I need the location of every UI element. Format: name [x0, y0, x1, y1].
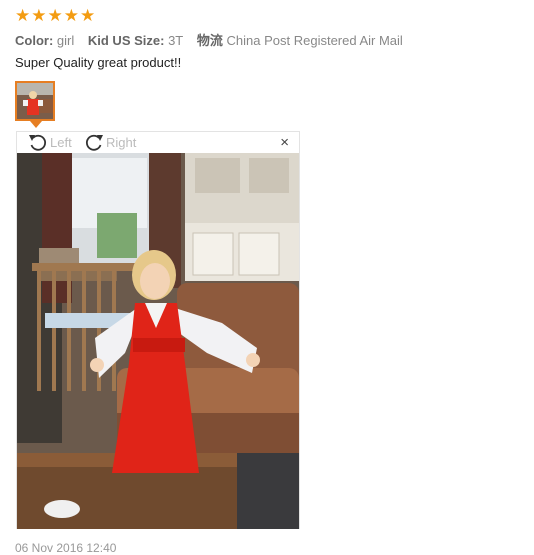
photo-image: [17, 153, 299, 529]
review-photo-thumbnail[interactable]: [15, 81, 55, 121]
rotate-left-button[interactable]: Left: [27, 133, 72, 152]
thumbnail-pointer: [30, 121, 42, 128]
rotate-left-label: Left: [50, 135, 72, 150]
star-icon: ★: [80, 6, 96, 25]
rotate-right-label: Right: [106, 135, 137, 150]
star-icon: ★: [15, 6, 31, 25]
review-photo: [17, 153, 299, 529]
viewer-toolbar: Left Right ×: [17, 132, 299, 153]
star-icon: ★: [47, 6, 63, 25]
rotate-right-icon: [85, 134, 103, 151]
size-value: 3T: [168, 33, 184, 48]
star-icon: ★: [31, 6, 47, 25]
shipping-value: China Post Registered Air Mail: [226, 33, 403, 48]
star-rating: ★ ★ ★ ★ ★: [15, 7, 95, 24]
review-date: 06 Nov 2016 12:40: [15, 541, 117, 555]
close-icon[interactable]: ×: [280, 134, 289, 151]
color-label: Color:: [15, 33, 54, 48]
order-attributes: Color: girl Kid US Size: 3T 物流 China Pos…: [15, 30, 413, 49]
review-text: Super Quality great product!!: [15, 55, 182, 70]
rotate-left-icon: [29, 134, 47, 151]
size-label: Kid US Size:: [87, 33, 165, 48]
star-icon: ★: [63, 6, 79, 25]
color-value: girl: [56, 33, 75, 48]
shipping-label: 物流: [196, 33, 223, 48]
photo-viewer: Left Right ×: [16, 131, 300, 529]
rotate-right-button[interactable]: Right: [83, 133, 136, 152]
thumbnail-image: [17, 83, 53, 119]
